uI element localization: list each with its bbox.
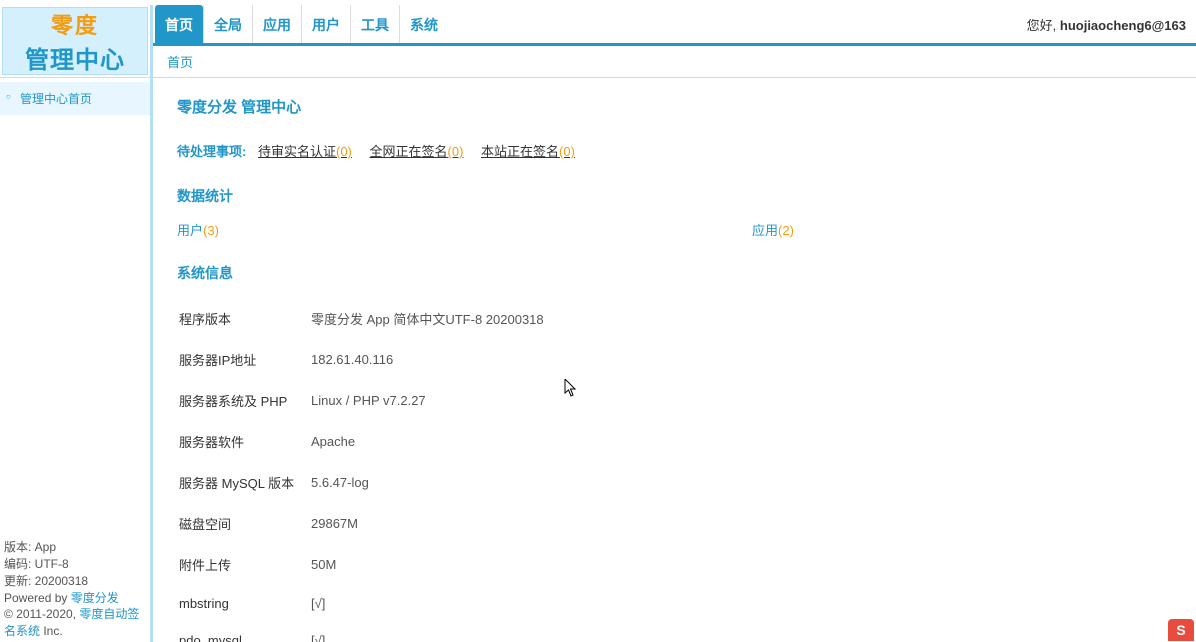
footer-encoding: 编码: UTF-8 [4, 556, 146, 573]
sysinfo-label: 服务器系统及 PHP [179, 381, 309, 420]
breadcrumb: 首页 [153, 46, 1196, 78]
nav-tab-home[interactable]: 首页 [155, 5, 203, 43]
nav-tab-global[interactable]: 全局 [203, 5, 252, 43]
nav-tab-app[interactable]: 应用 [252, 5, 301, 43]
footer-version: 版本: App [4, 539, 146, 556]
stats-link-user[interactable]: 用户(3) [177, 223, 219, 238]
pending-link-thissite[interactable]: 本站正在签名(0) [481, 144, 575, 159]
sysinfo-value: 182.61.40.116 [311, 340, 1170, 379]
ime-badge-icon: S [1168, 619, 1194, 641]
sysinfo-label: 服务器 MySQL 版本 [179, 463, 309, 502]
sysinfo-heading: 系统信息 [177, 263, 1172, 283]
sysinfo-row: 附件上传50M [179, 545, 1170, 584]
sidebar: 管理中心首页 [0, 77, 150, 537]
page-title: 零度分发 管理中心 [177, 96, 1172, 117]
nav-greeting: 您好, huojiaocheng6@163 [1027, 15, 1186, 34]
sysinfo-row: 磁盘空间29867M [179, 504, 1170, 543]
sysinfo-row: 服务器IP地址182.61.40.116 [179, 340, 1170, 379]
sysinfo-row: 服务器软件Apache [179, 422, 1170, 461]
pending-link-allnet[interactable]: 全网正在签名(0) [370, 144, 464, 159]
sysinfo-value: Apache [311, 422, 1170, 461]
sysinfo-row: pdo_mysql[√] [179, 623, 1170, 642]
sysinfo-value: [√] [311, 623, 1170, 642]
sysinfo-label: mbstring [179, 586, 309, 621]
stats-heading: 数据统计 [177, 186, 1172, 206]
sysinfo-label: 磁盘空间 [179, 504, 309, 543]
sysinfo-label: 服务器软件 [179, 422, 309, 461]
pending-row: 待处理事项: 待审实名认证(0) 全网正在签名(0) 本站正在签名(0) [177, 141, 1172, 160]
sysinfo-value: Linux / PHP v7.2.27 [311, 381, 1170, 420]
logo-line2: 管理中心 [25, 40, 125, 75]
sysinfo-table: 程序版本零度分发 App 简体中文UTF-8 20200318服务器IP地址18… [177, 297, 1172, 642]
nav-greeting-user: huojiaocheng6@163 [1060, 18, 1186, 33]
sysinfo-label: 服务器IP地址 [179, 340, 309, 379]
sidebar-item-home[interactable]: 管理中心首页 [0, 82, 150, 115]
sysinfo-value: 29867M [311, 504, 1170, 543]
sysinfo-label: 附件上传 [179, 545, 309, 584]
pending-link-realname[interactable]: 待审实名认证(0) [258, 144, 352, 159]
sysinfo-label: pdo_mysql [179, 623, 309, 642]
sysinfo-value: 50M [311, 545, 1170, 584]
nav-tabs: 首页 全局 应用 用户 工具 系统 [153, 5, 448, 43]
sysinfo-value: 5.6.47-log [311, 463, 1170, 502]
stats-row: 用户(3) 应用(2) [177, 220, 1172, 239]
pending-label: 待处理事项: [177, 144, 246, 159]
sysinfo-value: [√] [311, 586, 1170, 621]
sysinfo-row: 服务器系统及 PHPLinux / PHP v7.2.27 [179, 381, 1170, 420]
logo: 零度 管理中心 [2, 7, 148, 75]
sysinfo-row: 服务器 MySQL 版本5.6.47-log [179, 463, 1170, 502]
sysinfo-row: 程序版本零度分发 App 简体中文UTF-8 20200318 [179, 299, 1170, 338]
footer-update: 更新: 20200318 [4, 573, 146, 590]
nav-tab-user[interactable]: 用户 [301, 5, 350, 43]
main-content: 零度分发 管理中心 待处理事项: 待审实名认证(0) 全网正在签名(0) 本站正… [153, 78, 1196, 642]
footer-info: 版本: App 编码: UTF-8 更新: 20200318 Powered b… [0, 537, 150, 642]
sysinfo-row: mbstring[√] [179, 586, 1170, 621]
top-nav: 首页 全局 应用 用户 工具 系统 您好, huojiaocheng6@163 [153, 5, 1196, 46]
footer-copyright: © 2011-2020, 零度自动签名系统 Inc. [4, 606, 146, 640]
nav-tab-system[interactable]: 系统 [399, 5, 448, 43]
sysinfo-value: 零度分发 App 简体中文UTF-8 20200318 [311, 299, 1170, 338]
footer-powered-link[interactable]: 零度分发 [71, 591, 119, 605]
sysinfo-label: 程序版本 [179, 299, 309, 338]
logo-line1: 零度 [51, 8, 99, 40]
stats-link-app[interactable]: 应用(2) [752, 223, 794, 238]
footer-powered: Powered by 零度分发 [4, 590, 146, 607]
nav-tab-tools[interactable]: 工具 [350, 5, 399, 43]
